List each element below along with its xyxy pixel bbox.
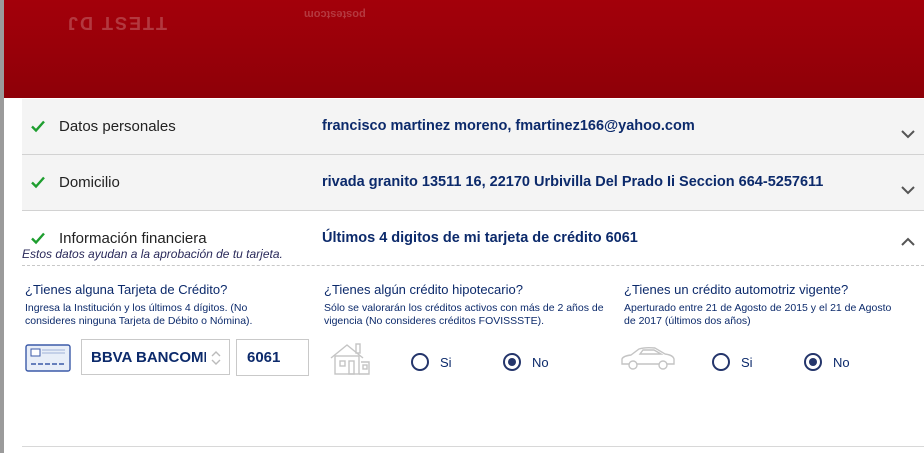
section-title: Domicilio (59, 174, 120, 191)
divider (22, 446, 924, 447)
section-value: rivada granito 13511 16, 22170 Urbivilla… (322, 174, 824, 190)
auto-no-radio[interactable] (804, 353, 822, 371)
mortgage-si-label: Si (440, 355, 452, 370)
auto-question: ¿Tienes un crédito automotriz vigente? (624, 282, 849, 297)
banner-ghost-text: TTEST DJ (66, 13, 168, 33)
chevron-up-icon[interactable] (900, 237, 916, 247)
select-arrows-icon (211, 351, 221, 365)
check-icon (31, 176, 45, 189)
section-value: francisco martinez moreno, fmartinez166@… (322, 118, 695, 134)
mortgage-question: ¿Tienes algún crédito hipotecario? (324, 282, 523, 297)
auto-help: Aperturado entre 21 de Agosto de 2015 y … (624, 302, 892, 327)
chevron-down-icon[interactable] (900, 129, 916, 139)
mortgage-help: Sólo se valorarán los créditos activos c… (324, 302, 604, 327)
section-value: Últimos 4 digitos de mi tarjeta de crédi… (322, 230, 638, 246)
auto-si-label: Si (741, 355, 753, 370)
section-title: Información financiera (59, 230, 207, 247)
check-icon (31, 120, 45, 133)
card-last-digits-value: 6061 (247, 349, 281, 366)
banner-ghost-text-small: postestcom (304, 8, 366, 20)
section-domicilio[interactable]: Domicilio rivada granito 13511 16, 22170… (22, 155, 924, 211)
finance-hint: Estos datos ayudan a la aprobación de tu… (22, 247, 283, 261)
chevron-down-icon[interactable] (900, 185, 916, 195)
card-last-digits-input[interactable]: 6061 (236, 339, 309, 376)
section-title: Datos personales (59, 118, 176, 135)
bank-select-value: BBVA BANCOMER (91, 349, 206, 366)
mortgage-no-label: No (532, 355, 549, 370)
section-datos-personales[interactable]: Datos personales francisco martinez more… (22, 99, 924, 155)
bank-select[interactable]: BBVA BANCOMER (81, 339, 230, 375)
auto-si-radio[interactable] (712, 353, 730, 371)
credit-card-icon (25, 344, 71, 372)
car-icon (621, 346, 675, 370)
house-icon (330, 343, 370, 375)
header-banner: TTEST DJ postestcom (4, 0, 924, 98)
mortgage-no-radio[interactable] (503, 353, 521, 371)
check-icon (31, 232, 45, 245)
auto-no-label: No (833, 355, 850, 370)
mortgage-si-radio[interactable] (411, 353, 429, 371)
credit-card-help: Ingresa la Institución y los últimos 4 d… (25, 302, 253, 327)
section-informacion-financiera[interactable]: Información financiera Últimos 4 digitos… (22, 211, 924, 266)
credit-card-question: ¿Tienes alguna Tarjeta de Crédito? (25, 282, 228, 297)
